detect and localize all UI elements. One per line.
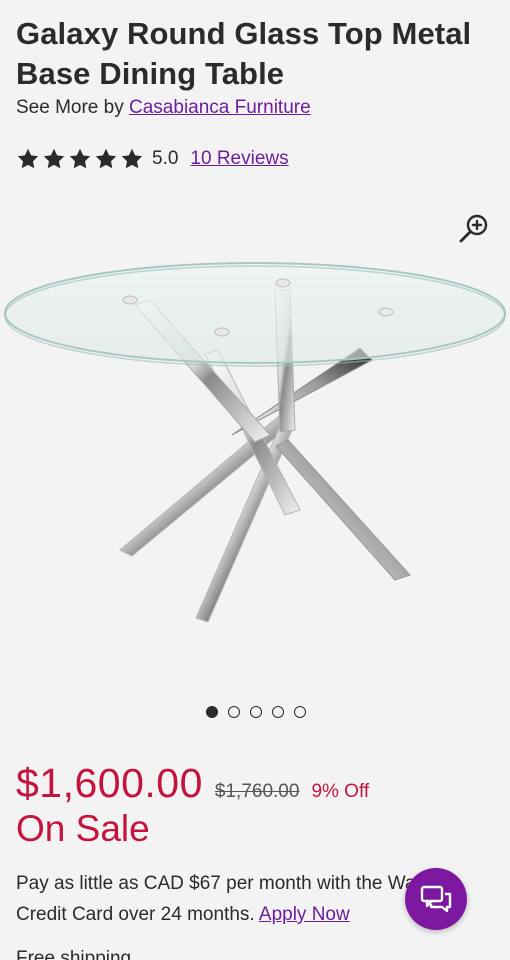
original-price: $1,760.00 (214, 781, 300, 802)
sale-price: $1,600.00 (16, 760, 203, 806)
financing-text: Pay as little as CAD $67 per month with … (16, 873, 452, 925)
see-more-prefix: See More by (16, 97, 124, 118)
carousel-dot[interactable] (294, 706, 306, 718)
price-row: $1,600.00 $1,760.00 9% Off (16, 760, 369, 807)
see-more-brand: See More by Casabianca Furniture (16, 97, 311, 119)
brand-link[interactable]: Casabianca Furniture (129, 97, 311, 118)
product-title: Galaxy Round Glass Top Metal Base Dining… (16, 16, 472, 91)
discount-badge: 9% Off (311, 781, 370, 802)
on-sale-label: On Sale (16, 808, 150, 849)
star-rating (16, 147, 144, 171)
rating-row: 5.0 10 Reviews (16, 146, 289, 172)
star-icon (68, 147, 92, 171)
shipping-info: Free shipping (16, 948, 132, 960)
chat-button[interactable] (405, 868, 467, 930)
carousel-dot[interactable] (272, 706, 284, 718)
carousel-dot[interactable] (228, 706, 240, 718)
star-icon (42, 147, 66, 171)
image-carousel-dots (206, 706, 306, 718)
chat-icon (420, 885, 452, 913)
zoom-in-icon[interactable] (458, 212, 490, 244)
product-image[interactable] (0, 250, 510, 650)
star-icon (16, 147, 40, 171)
carousel-dot[interactable] (206, 706, 218, 718)
star-icon (120, 147, 144, 171)
apply-now-link[interactable]: Apply Now (259, 904, 350, 925)
carousel-dot[interactable] (250, 706, 262, 718)
reviews-link[interactable]: 10 Reviews (190, 148, 288, 170)
star-icon (94, 147, 118, 171)
rating-value: 5.0 (152, 148, 179, 169)
